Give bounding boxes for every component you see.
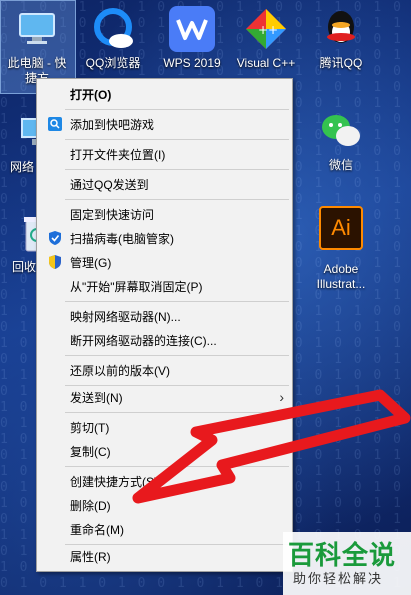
- watermark-title: 百科全说: [288, 540, 397, 570]
- watermark-subtitle: 助你轻松解决: [293, 571, 384, 586]
- watermark-logo: 百科全说 助你轻松解决: [283, 532, 411, 595]
- red-annotation-arrow: [132, 389, 411, 504]
